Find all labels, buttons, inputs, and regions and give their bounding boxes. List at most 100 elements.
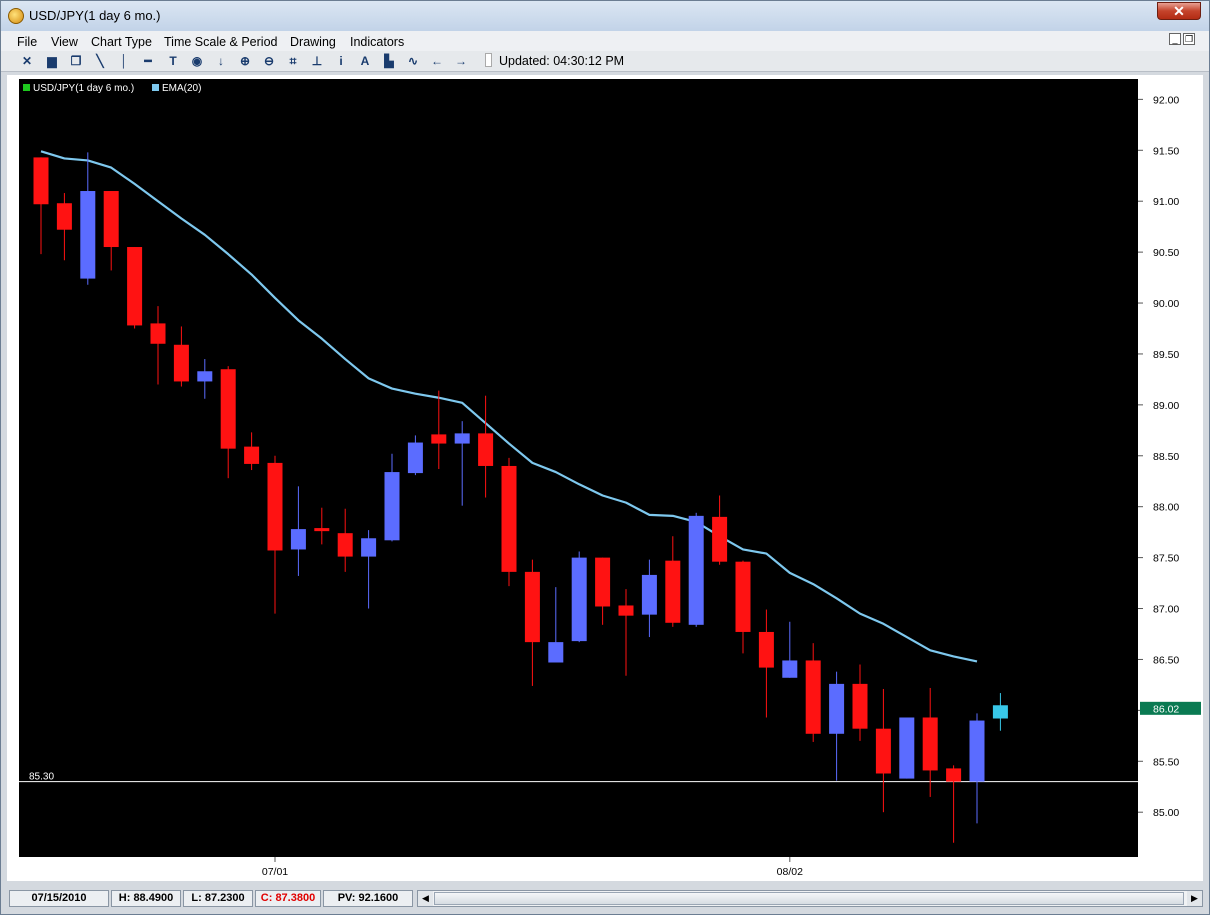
candle-body [829,683,845,734]
toolbar-separator [485,53,492,67]
y-tick-label: 85.50 [1153,756,1179,768]
y-tick-label: 85.00 [1153,807,1179,819]
candle-body [267,462,283,551]
status-pv: PV: 92.1600 [323,890,413,907]
line-chart-icon[interactable]: ∿ [405,53,421,69]
price-tag-label: 86.02 [1153,703,1179,715]
menu-time-scale-period[interactable]: Time Scale & Period [164,35,277,49]
close-button[interactable]: ✕ [1157,2,1201,20]
candle [571,551,587,643]
candle-body [548,642,564,663]
minimize-button[interactable]: _ [1169,33,1181,45]
marker-icon[interactable]: ◉ [189,53,205,69]
anchor-icon[interactable]: ⊥ [309,53,325,69]
candle-body [478,433,494,466]
candle-body [454,433,470,444]
info-icon[interactable]: i [333,53,349,69]
candle-body [314,528,330,532]
vertical-line-icon[interactable]: │ [116,53,132,69]
menu-drawing[interactable]: Drawing [290,35,336,49]
candle-body [922,717,938,771]
scroll-thumb[interactable] [434,892,1184,905]
updated-time: Updated: 04:30:12 PM [499,54,625,68]
mdi-window-buttons: _ ❐ [1169,33,1201,47]
bar-chart-icon[interactable]: ▙ [381,53,397,69]
candle [899,717,915,779]
status-bar: 07/15/2010 H: 88.4900 L: 87.2300 C: 87.3… [1,885,1209,913]
candle-body [244,446,260,464]
candle-body [618,605,634,616]
y-tick-label: 91.00 [1153,196,1179,208]
candle-body [712,516,728,562]
print-icon[interactable]: ▆ [44,53,60,69]
y-tick-label: 90.50 [1153,247,1179,259]
support-line-label: 85.30 [29,772,54,783]
arrow-right-icon[interactable]: → [453,53,469,69]
y-tick-label: 89.00 [1153,400,1179,412]
candle-body [290,529,306,550]
candle-body [969,720,985,782]
zoom-in-icon[interactable]: ⊕ [237,53,253,69]
arrow-left-icon[interactable]: ← [429,53,445,69]
legend-swatch-ema [152,84,159,91]
menu-indicators[interactable]: Indicators [350,35,404,49]
horizontal-line-icon[interactable]: ━ [140,53,156,69]
y-tick-label: 88.50 [1153,451,1179,463]
chart-scrollbar[interactable]: ◀ ▶ [417,890,1203,907]
restore-button[interactable]: ❐ [1183,33,1195,45]
candle-body [875,728,891,774]
fit-icon[interactable]: ⌗ [285,53,301,69]
text-icon[interactable]: T [165,53,181,69]
legend-label-ema: EMA(20) [162,83,201,94]
candle [127,247,143,329]
app-logo-icon [8,8,24,24]
candle-body [852,683,868,729]
candle-body [665,560,681,623]
arrow-down-icon[interactable]: ↓ [213,53,229,69]
y-tick-label: 91.50 [1153,145,1179,157]
status-date: 07/15/2010 [9,890,109,907]
candle-body [571,557,587,642]
y-tick-label: 87.50 [1153,553,1179,565]
status-low: L: 87.2300 [183,890,253,907]
candle-body [33,157,49,205]
candle-body [501,465,517,572]
candle-body [384,472,400,541]
scroll-left-button[interactable]: ◀ [418,891,433,906]
candle-body [197,371,213,382]
candle-body [735,561,751,632]
candle-body [56,203,72,230]
candle-body [407,442,423,474]
candle-body [992,705,1008,719]
candle-body [361,538,377,557]
legend-label-price: USD/JPY(1 day 6 mo.) [33,83,134,94]
menu-view[interactable]: View [51,35,78,49]
y-tick-label: 88.00 [1153,502,1179,514]
menu-chart-type[interactable]: Chart Type [91,35,152,49]
menu-bar: File View Chart Type Time Scale & Period… [1,31,1209,51]
chart-panel[interactable]: 92.00 91.50 91.00 90.50 90.00 89.50 89.00 88.50… [7,75,1203,881]
candle-body [595,557,611,607]
x-tick-label: 08/02 [777,866,803,878]
y-tick-label: 89.50 [1153,349,1179,361]
y-tick-label: 87.00 [1153,604,1179,616]
candle-body [946,768,962,782]
status-close: C: 87.3800 [255,890,321,907]
candle-body [641,574,657,615]
candle-body [220,369,236,449]
candle-body [688,515,704,625]
candle-body [758,631,774,668]
menu-file[interactable]: File [17,35,37,49]
trendline-icon[interactable]: ╲ [92,53,108,69]
y-tick-label: 92.00 [1153,94,1179,106]
zoom-out-icon[interactable]: ⊖ [261,53,277,69]
crosshair-icon[interactable]: ✕ [19,53,35,69]
candle-body [805,660,821,734]
window-title: USD/JPY(1 day 6 mo.) [29,8,161,23]
candlestick-chart[interactable]: 92.00 91.50 91.00 90.50 90.00 89.50 89.00 88.50… [7,75,1203,881]
copy-icon[interactable]: ❐ [68,53,84,69]
candle [688,512,704,627]
scroll-right-button[interactable]: ▶ [1187,891,1202,906]
font-icon[interactable]: A [357,53,373,69]
candle [501,457,517,587]
